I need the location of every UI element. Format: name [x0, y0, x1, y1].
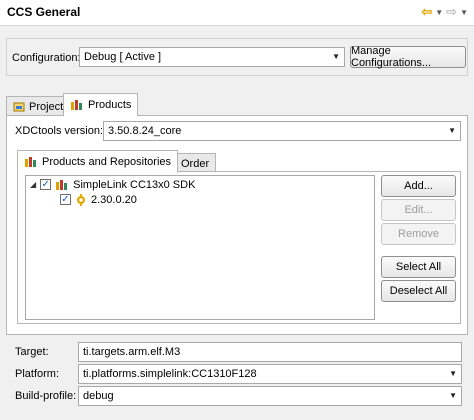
- xdctools-value: 3.50.8.24_core: [108, 125, 182, 137]
- add-button[interactable]: Add...: [381, 175, 456, 197]
- products-icon: [25, 157, 36, 167]
- chevron-down-icon: ▼: [449, 369, 457, 378]
- tab-project-label: Project: [29, 101, 64, 113]
- platform-label: Platform:: [15, 368, 60, 380]
- chevron-down-icon: ▼: [448, 126, 456, 135]
- configuration-select[interactable]: Debug [ Active ] ▼: [79, 47, 345, 67]
- build-profile-label: Build-profile:: [15, 390, 77, 402]
- tab-order-label: Order: [181, 158, 210, 170]
- platform-value: ti.platforms.simplelink:CC1310F128: [83, 368, 257, 380]
- manage-configurations-button[interactable]: Manage Configurations...: [350, 45, 466, 69]
- select-all-button[interactable]: Select All: [381, 256, 456, 278]
- version-label: 2.30.0.20: [91, 193, 137, 206]
- tab-products-and-repositories[interactable]: Products and Repositories: [17, 150, 179, 173]
- tab-products-label: Products: [88, 99, 132, 111]
- sdk-checkbox[interactable]: ✓: [40, 179, 52, 190]
- configuration-label: Configuration:: [12, 52, 81, 64]
- project-icon: [13, 102, 25, 112]
- dropdown-icon[interactable]: ▼: [435, 8, 443, 17]
- products-icon: [71, 100, 82, 110]
- target-field[interactable]: ti.targets.arm.elf.M3: [78, 342, 462, 362]
- tab-products-and-repositories-label: Products and Repositories: [42, 156, 172, 168]
- tree-item-version[interactable]: ✓ 2.30.0.20: [60, 192, 137, 207]
- configuration-value: Debug [ Active ]: [84, 51, 162, 63]
- platform-select[interactable]: ti.platforms.simplelink:CC1310F128 ▼: [78, 364, 462, 384]
- tab-project[interactable]: Project: [6, 96, 71, 117]
- deselect-all-button[interactable]: Deselect All: [381, 280, 456, 302]
- target-label: Target:: [15, 346, 49, 358]
- back-arrow-icon[interactable]: ⇦: [421, 4, 432, 20]
- remove-button[interactable]: Remove: [381, 223, 456, 245]
- sdk-label: SimpleLink CC13x0 SDK: [73, 178, 196, 191]
- forward-arrow-icon[interactable]: ⇨: [446, 4, 457, 20]
- tab-products[interactable]: Products: [63, 93, 139, 116]
- build-profile-select[interactable]: debug ▼: [78, 386, 462, 406]
- tree-item-sdk[interactable]: ◢ ✓ SimpleLink CC13x0 SDK: [30, 177, 195, 192]
- chevron-down-icon: ▼: [449, 391, 457, 400]
- xdctools-select[interactable]: 3.50.8.24_core ▼: [103, 121, 461, 141]
- version-checkbox[interactable]: ✓: [60, 194, 71, 205]
- edit-button[interactable]: Edit...: [381, 199, 456, 221]
- dropdown-icon[interactable]: ▼: [460, 8, 468, 17]
- chevron-down-icon: ▼: [332, 52, 340, 61]
- version-icon: [77, 193, 85, 206]
- page-title: CCS General: [7, 5, 81, 19]
- nav-controls: ⇦ ▼ ⇨ ▼: [421, 4, 468, 20]
- build-profile-value: debug: [83, 390, 114, 402]
- expand-arrow-icon[interactable]: ◢: [30, 180, 36, 189]
- xdctools-label: XDCtools version:: [15, 125, 104, 137]
- target-value: ti.targets.arm.elf.M3: [83, 346, 181, 358]
- sdk-icon: [56, 179, 68, 190]
